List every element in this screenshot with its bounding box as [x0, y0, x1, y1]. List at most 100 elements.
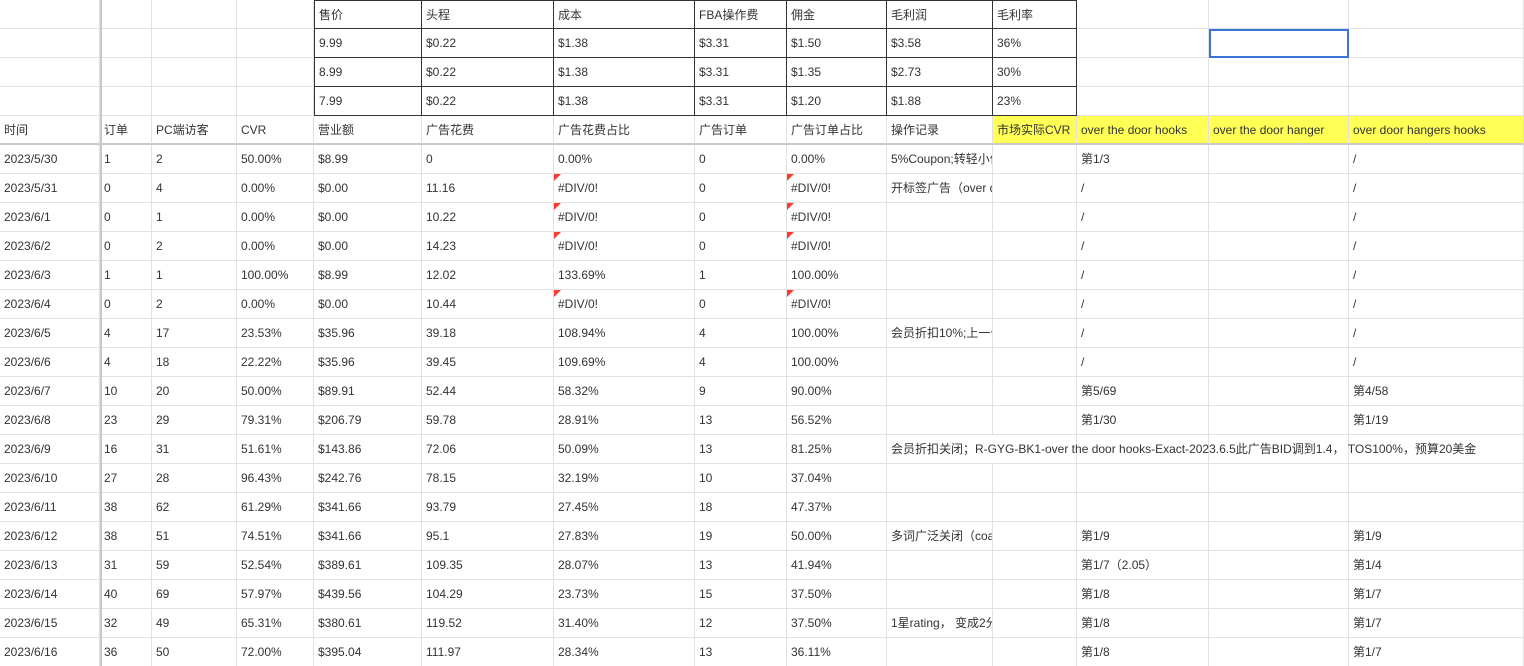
column-header-ad-spend-ratio[interactable]: 广告花费占比 [554, 116, 695, 145]
table-cell-orders[interactable]: 23 [100, 406, 152, 435]
summary-cell[interactable]: 30% [993, 58, 1077, 87]
table-cell-operation-log[interactable] [887, 406, 993, 435]
table-cell-over-the-door-hanger[interactable] [1209, 522, 1349, 551]
table-cell-over-door-hangers-hooks[interactable] [1349, 493, 1524, 522]
table-cell-over-door-hangers-hooks[interactable]: / [1349, 319, 1524, 348]
table-cell-ad-orders[interactable]: 0 [695, 174, 787, 203]
table-cell-operation-log[interactable] [887, 551, 993, 580]
table-cell-ad-spend-ratio[interactable]: 50.09% [554, 435, 695, 464]
table-cell-ad-spend-ratio[interactable]: 109.69% [554, 348, 695, 377]
table-cell-ad-spend-ratio[interactable]: 31.40% [554, 609, 695, 638]
summary-cell[interactable]: $1.38 [554, 87, 695, 116]
table-cell-over-door-hangers-hooks[interactable]: 第1/7 [1349, 609, 1524, 638]
table-cell-ad-spend[interactable]: 104.29 [422, 580, 554, 609]
table-cell-market-cvr[interactable] [993, 493, 1077, 522]
table-cell-ad-orders[interactable]: 13 [695, 638, 787, 666]
table-cell-date[interactable]: 2023/6/14 [0, 580, 100, 609]
table-cell-ad-orders-ratio[interactable]: #DIV/0! [787, 174, 887, 203]
table-cell-ad-orders[interactable]: 18 [695, 493, 787, 522]
table-cell-market-cvr[interactable] [993, 203, 1077, 232]
table-cell-operation-log[interactable] [887, 638, 993, 666]
table-cell-ad-spend[interactable]: 0 [422, 145, 554, 174]
table-cell-over-the-door-hooks[interactable]: 第5/69 [1077, 377, 1209, 406]
table-cell-revenue[interactable]: $0.00 [314, 232, 422, 261]
table-cell-ad-orders[interactable]: 13 [695, 435, 787, 464]
table-cell-over-the-door-hooks[interactable]: / [1077, 203, 1209, 232]
table-cell-over-the-door-hooks[interactable]: 第1/8 [1077, 580, 1209, 609]
table-cell-ad-spend-ratio[interactable]: 58.32% [554, 377, 695, 406]
table-cell-orders[interactable]: 40 [100, 580, 152, 609]
table-cell-operation-log[interactable] [887, 580, 993, 609]
table-cell-market-cvr[interactable] [993, 174, 1077, 203]
table-cell-ad-spend[interactable]: 59.78 [422, 406, 554, 435]
table-cell-revenue[interactable]: $0.00 [314, 203, 422, 232]
column-header-market-cvr[interactable]: 市场实际CVR [993, 116, 1077, 145]
table-cell-operation-log[interactable] [887, 464, 993, 493]
table-cell-ad-spend[interactable]: 111.97 [422, 638, 554, 666]
table-cell-ad-spend[interactable]: 14.23 [422, 232, 554, 261]
summary-cell[interactable]: $0.22 [422, 29, 554, 58]
table-cell-ad-spend-ratio[interactable]: 27.45% [554, 493, 695, 522]
empty-cell[interactable] [237, 29, 314, 58]
table-cell-over-the-door-hanger[interactable] [1209, 406, 1349, 435]
table-cell-cvr[interactable]: 50.00% [237, 145, 314, 174]
table-cell-over-the-door-hanger[interactable] [1209, 348, 1349, 377]
table-cell-revenue[interactable]: $242.76 [314, 464, 422, 493]
table-cell-over-door-hangers-hooks[interactable] [1349, 464, 1524, 493]
table-cell-ad-orders[interactable]: 15 [695, 580, 787, 609]
table-cell-over-door-hangers-hooks[interactable]: 第1/7 [1349, 638, 1524, 666]
summary-cell[interactable]: $3.58 [887, 29, 993, 58]
table-cell-operation-log[interactable]: 多词广泛关闭（coat rack;coat hook [887, 522, 993, 551]
empty-cell[interactable] [100, 0, 152, 29]
table-cell-orders[interactable]: 31 [100, 551, 152, 580]
table-cell-pc-visitors[interactable]: 28 [152, 464, 237, 493]
table-cell-ad-spend-ratio[interactable]: 28.07% [554, 551, 695, 580]
table-cell-over-the-door-hanger[interactable] [1209, 609, 1349, 638]
empty-cell[interactable] [1349, 87, 1524, 116]
table-cell-cvr[interactable]: 0.00% [237, 232, 314, 261]
table-cell-market-cvr[interactable] [993, 638, 1077, 666]
table-cell-ad-spend-ratio[interactable]: #DIV/0! [554, 203, 695, 232]
table-cell-date[interactable]: 2023/6/9 [0, 435, 100, 464]
table-cell-ad-spend[interactable]: 72.06 [422, 435, 554, 464]
table-cell-ad-orders[interactable]: 4 [695, 319, 787, 348]
table-cell-over-the-door-hanger[interactable] [1209, 232, 1349, 261]
table-cell-orders[interactable]: 38 [100, 522, 152, 551]
table-cell-orders[interactable]: 4 [100, 348, 152, 377]
table-cell-pc-visitors[interactable]: 51 [152, 522, 237, 551]
table-cell-over-the-door-hooks[interactable]: 第1/7（2.05） [1077, 551, 1209, 580]
summary-header-4[interactable]: 佣金 [787, 0, 887, 29]
table-cell-ad-spend[interactable]: 11.16 [422, 174, 554, 203]
table-cell-ad-orders-ratio[interactable]: 100.00% [787, 319, 887, 348]
table-cell-over-the-door-hanger[interactable] [1209, 290, 1349, 319]
summary-cell[interactable]: 8.99 [314, 58, 422, 87]
summary-header-0[interactable]: 售价 [314, 0, 422, 29]
table-cell-over-the-door-hanger[interactable] [1209, 551, 1349, 580]
table-cell-date[interactable]: 2023/5/30 [0, 145, 100, 174]
table-cell-pc-visitors[interactable]: 49 [152, 609, 237, 638]
table-cell-over-door-hangers-hooks[interactable]: / [1349, 145, 1524, 174]
table-cell-over-door-hangers-hooks[interactable]: 第1/7 [1349, 580, 1524, 609]
table-cell-revenue[interactable]: $8.99 [314, 145, 422, 174]
table-cell-ad-orders-ratio[interactable]: 100.00% [787, 348, 887, 377]
table-cell-revenue[interactable]: $35.96 [314, 348, 422, 377]
table-cell-cvr[interactable]: 61.29% [237, 493, 314, 522]
table-cell-over-the-door-hooks[interactable]: 第1/3 [1077, 145, 1209, 174]
table-cell-over-the-door-hooks[interactable]: / [1077, 348, 1209, 377]
table-cell-over-the-door-hooks[interactable]: / [1077, 319, 1209, 348]
table-cell-date[interactable]: 2023/6/10 [0, 464, 100, 493]
table-cell-market-cvr[interactable] [993, 290, 1077, 319]
table-cell-pc-visitors[interactable]: 59 [152, 551, 237, 580]
table-cell-date[interactable]: 2023/6/5 [0, 319, 100, 348]
summary-cell[interactable]: 23% [993, 87, 1077, 116]
table-cell-over-door-hangers-hooks[interactable]: / [1349, 203, 1524, 232]
column-header-cvr[interactable]: CVR [237, 116, 314, 145]
empty-cell[interactable] [1209, 58, 1349, 87]
table-cell-ad-spend-ratio[interactable]: 23.73% [554, 580, 695, 609]
table-cell-cvr[interactable]: 50.00% [237, 377, 314, 406]
summary-cell[interactable]: $1.88 [887, 87, 993, 116]
summary-cell[interactable]: 36% [993, 29, 1077, 58]
table-cell-pc-visitors[interactable]: 2 [152, 232, 237, 261]
summary-cell[interactable]: $1.50 [787, 29, 887, 58]
table-cell-cvr[interactable]: 0.00% [237, 203, 314, 232]
